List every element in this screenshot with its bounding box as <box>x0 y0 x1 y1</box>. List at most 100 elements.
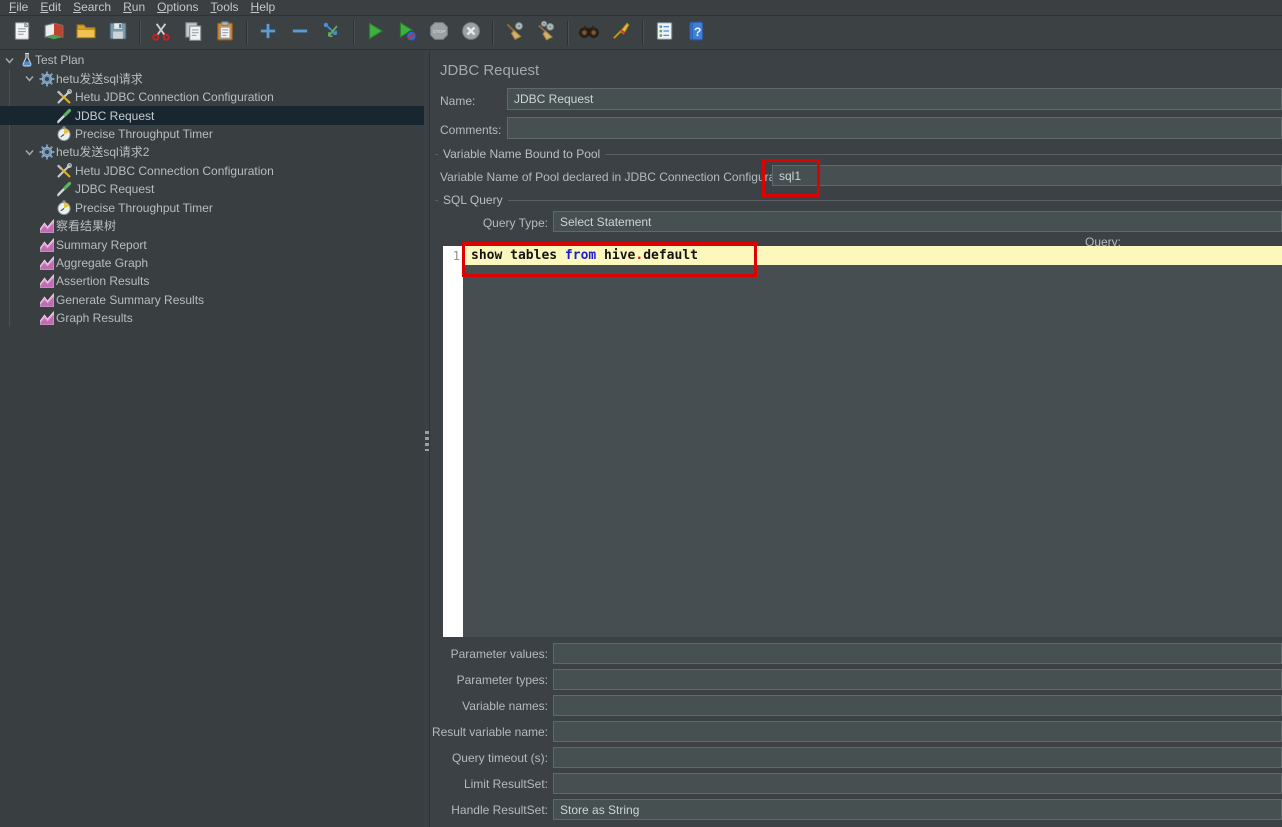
code-token-plain: default <box>643 248 698 263</box>
save-icon <box>107 20 129 47</box>
tree-item-jdbc-request-2[interactable]: JDBC Request <box>0 180 424 198</box>
clear-button[interactable] <box>502 21 526 45</box>
reset-icon <box>321 20 343 47</box>
result-variable-name-label: Result variable name: <box>431 725 548 739</box>
jdbc-config-icon <box>56 162 72 179</box>
limit-resultset-input[interactable] <box>553 773 1282 794</box>
listener-icon <box>39 255 55 271</box>
tree-item-label: Summary Report <box>56 237 147 252</box>
shutdown-icon <box>460 20 482 47</box>
menu-options[interactable]: Options <box>151 0 204 15</box>
tree-item-precise-throughput-timer-1[interactable]: Precise Throughput Timer <box>0 125 424 143</box>
sql-code-line[interactable]: show tables from hive.default <box>471 248 698 263</box>
tree-item-view-results-tree[interactable]: 察看结果树 <box>0 217 424 235</box>
menu-file[interactable]: File <box>3 0 34 15</box>
chevron-down-icon[interactable] <box>24 147 35 158</box>
tree-item-thread-group-hetu-1[interactable]: hetu发送sql请求 <box>0 69 424 87</box>
chevron-down-icon[interactable] <box>4 55 15 66</box>
chevron-down-icon[interactable] <box>24 73 35 84</box>
tree-item-precise-throughput-timer-2[interactable]: Precise Throughput Timer <box>0 199 424 217</box>
variable-names-label: Variable names: <box>462 699 548 713</box>
open-button[interactable] <box>74 21 98 45</box>
query-type-select[interactable] <box>553 211 1282 232</box>
toolbar-separator <box>567 21 568 45</box>
function-helper-button[interactable] <box>652 21 676 45</box>
toolbar: STOP? <box>0 17 1282 50</box>
start-no-pauses-button[interactable] <box>395 21 419 45</box>
save-button[interactable] <box>106 21 130 45</box>
cut-icon <box>150 20 172 47</box>
open-icon <box>75 20 97 47</box>
query-type-label: Query Type: <box>482 216 548 230</box>
clear-icon <box>503 20 525 47</box>
query-timeout-label: Query timeout (s): <box>451 751 548 765</box>
templates-button[interactable] <box>42 21 66 45</box>
clear-all-icon <box>535 20 557 47</box>
menu-edit[interactable]: Edit <box>34 0 67 15</box>
jmeter-window: File Edit Search Run Options Tools Help STOP? … <box>0 0 1282 827</box>
menu-search[interactable]: Search <box>67 0 117 15</box>
new-button[interactable] <box>10 20 34 45</box>
variable-names-input[interactable] <box>553 695 1282 716</box>
tree-item-label: hetu发送sql请求 <box>56 71 143 86</box>
pool-variable-input[interactable] <box>772 165 1282 186</box>
copy-button[interactable] <box>181 21 205 45</box>
menu-bar: File Edit Search Run Options Tools Help <box>0 0 1282 16</box>
tree-item-label: Aggregate Graph <box>56 256 149 271</box>
paste-icon <box>214 20 236 47</box>
search-icon <box>578 20 600 47</box>
parameter-types-label: Parameter types: <box>456 673 548 687</box>
code-token-plain: show tables <box>471 248 565 263</box>
comments-input[interactable] <box>507 117 1282 139</box>
query-timeout-input[interactable] <box>553 747 1282 768</box>
limit-resultset-label: Limit ResultSet: <box>463 777 548 791</box>
line-number: 1 <box>452 249 460 263</box>
search-button[interactable] <box>577 21 601 45</box>
toolbar-separator <box>353 21 354 45</box>
code-token-plain: hive <box>596 248 636 263</box>
tree-item-jdbc-connection-config-1[interactable]: Hetu JDBC Connection Configuration <box>0 88 424 106</box>
tree-item-label: Generate Summary Results <box>56 292 205 307</box>
tree-item-graph-results[interactable]: Graph Results <box>0 309 424 327</box>
menu-tools[interactable]: Tools <box>205 0 245 15</box>
tree-item-test-plan[interactable]: Test Plan <box>0 51 424 69</box>
tree-item-thread-group-hetu-2[interactable]: hetu发送sql请求2 <box>0 143 424 161</box>
menu-help[interactable]: Help <box>245 0 282 15</box>
handle-resultset-select[interactable] <box>553 799 1282 820</box>
tree-item-jdbc-request-1[interactable]: JDBC Request <box>0 106 424 125</box>
tree-item-aggregate-graph[interactable]: Aggregate Graph <box>0 254 424 272</box>
reset-button[interactable] <box>320 21 344 45</box>
comments-label: Comments: <box>440 123 502 137</box>
panel-splitter[interactable] <box>424 51 430 827</box>
help-button[interactable]: ? <box>684 21 708 45</box>
paste-button[interactable] <box>213 20 237 47</box>
result-variable-name-input[interactable] <box>553 721 1282 742</box>
stop-button[interactable]: STOP <box>427 21 451 45</box>
clear-search-button[interactable] <box>609 21 633 45</box>
add-button[interactable] <box>256 21 280 45</box>
name-input[interactable] <box>507 88 1282 110</box>
tree-item-summary-report[interactable]: Summary Report <box>0 235 424 253</box>
remove-button[interactable] <box>288 21 312 45</box>
cut-button[interactable] <box>149 21 173 45</box>
toolbar-separator <box>492 21 493 45</box>
tree-item-jdbc-connection-config-2[interactable]: Hetu JDBC Connection Configuration <box>0 162 424 180</box>
menu-run[interactable]: Run <box>117 0 151 15</box>
start-button[interactable] <box>363 21 387 45</box>
clear-all-button[interactable] <box>534 20 558 47</box>
splitter-grip-icon[interactable] <box>425 431 429 451</box>
tree-item-assertion-results[interactable]: Assertion Results <box>0 272 424 290</box>
function-helper-icon <box>653 20 675 47</box>
sql-query-editor[interactable]: 1 show tables from hive.default <box>443 246 1282 637</box>
thread-group-icon <box>39 71 55 87</box>
parameter-types-input[interactable] <box>553 669 1282 690</box>
toolbar-separator <box>246 21 247 45</box>
sql-query-group-title: SQL Query <box>438 193 508 207</box>
tree-item-generate-summary-results[interactable]: Generate Summary Results <box>0 291 424 309</box>
jdbc-request-panel: JDBC Request Name: Comments: Variable Na… <box>431 51 1282 827</box>
parameter-values-input[interactable] <box>553 643 1282 664</box>
timer-icon <box>56 200 72 216</box>
shutdown-button[interactable] <box>459 21 483 45</box>
listener-icon <box>39 218 55 234</box>
tree-item-label: Precise Throughput Timer <box>75 126 213 141</box>
